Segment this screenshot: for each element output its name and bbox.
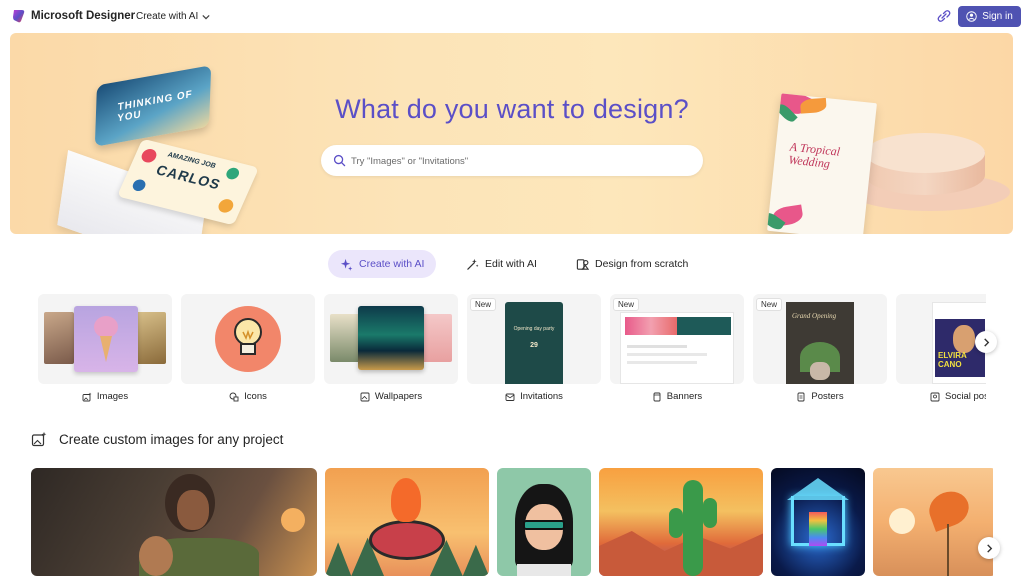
category-label: Wallpapers	[324, 391, 458, 402]
invitation-thumb-text: Opening day party	[513, 326, 555, 332]
hero-search-box[interactable]	[321, 145, 703, 176]
chevron-right-icon	[983, 337, 989, 347]
hero-title: What do you want to design?	[335, 94, 689, 124]
category-images[interactable]: Images	[38, 294, 172, 409]
image-sparkle-icon	[31, 431, 47, 447]
category-thumbnail: New	[610, 294, 744, 384]
shapes-icon	[229, 392, 239, 401]
social-post-icon	[930, 392, 940, 401]
new-badge: New	[756, 298, 783, 311]
category-label: Social pos	[896, 391, 986, 402]
category-banners[interactable]: New Banners	[610, 294, 744, 409]
search-icon	[333, 154, 346, 167]
category-thumbnail: Opening day party 29 New	[467, 294, 601, 384]
lightbulb-icon	[234, 318, 262, 355]
invitation-icon	[505, 393, 515, 401]
search-input[interactable]	[351, 152, 681, 170]
category-wallpapers[interactable]: Wallpapers	[324, 294, 458, 409]
category-thumbnail: Grand Opening New	[753, 294, 887, 384]
new-badge: New	[470, 298, 497, 311]
share-link-icon[interactable]	[937, 9, 951, 23]
image-sparkle-icon	[82, 392, 92, 401]
magic-wand-icon	[467, 258, 479, 270]
category-next-button[interactable]	[975, 331, 997, 353]
user-icon	[966, 11, 977, 22]
poster-thumb-text: Grand Opening	[792, 312, 837, 320]
top-bar: Microsoft Designer Create with AI Sign i…	[0, 0, 1024, 32]
category-invitations[interactable]: Opening day party 29 New Invitations	[467, 294, 601, 409]
gallery-next-button[interactable]	[978, 537, 1000, 559]
tab-create-with-ai[interactable]: Create with AI	[328, 250, 437, 278]
category-label: Invitations	[467, 391, 601, 402]
gallery-image[interactable]	[771, 468, 865, 576]
designer-logo-icon	[13, 10, 25, 23]
chevron-down-icon	[202, 14, 210, 19]
sign-in-button[interactable]: Sign in	[958, 6, 1021, 27]
chevron-right-icon	[986, 543, 992, 553]
category-icons[interactable]: Icons	[181, 294, 315, 409]
gallery-image[interactable]	[497, 468, 591, 576]
category-thumbnail	[181, 294, 315, 384]
category-social-posts[interactable]: ELVIRA CANO Social pos	[896, 294, 986, 409]
gallery-image[interactable]	[599, 468, 763, 576]
design-shapes-icon	[576, 258, 589, 270]
category-posters[interactable]: Grand Opening New Posters	[753, 294, 887, 409]
category-carousel: Images Icons Wallpapers Opening day part…	[38, 294, 986, 409]
poster-icon	[797, 392, 805, 401]
tab-label: Create with AI	[359, 258, 425, 270]
gallery-image[interactable]	[31, 468, 317, 576]
section-heading: Create custom images for any project	[31, 431, 283, 447]
category-label: Posters	[753, 391, 887, 402]
hero-banner: THINKING OF YOU AMAZING JOB CARLOS A Tro…	[10, 33, 1013, 234]
app-title: Microsoft Designer	[31, 10, 136, 22]
podium-top-illustration	[865, 133, 985, 173]
tab-label: Design from scratch	[595, 258, 689, 270]
category-label: Icons	[181, 391, 315, 402]
wallpaper-icon	[360, 392, 370, 401]
tab-design-from-scratch[interactable]: Design from scratch	[576, 250, 688, 278]
tab-edit-with-ai[interactable]: Edit with AI	[466, 250, 537, 278]
wedding-card-text: A Tropical Wedding	[787, 139, 841, 171]
category-thumbnail: ELVIRA CANO	[896, 294, 986, 384]
category-label: Images	[38, 391, 172, 402]
create-menu-label: Create with AI	[136, 11, 199, 22]
category-thumbnail	[324, 294, 458, 384]
new-badge: New	[613, 298, 640, 311]
gallery-image[interactable]	[325, 468, 489, 576]
banner-icon	[653, 392, 661, 401]
mode-tabs: Create with AI Edit with AI Design from …	[0, 250, 1024, 278]
tab-label: Edit with AI	[485, 258, 537, 270]
sign-in-label: Sign in	[982, 11, 1013, 22]
category-label: Banners	[610, 391, 744, 402]
gallery-image[interactable]	[873, 468, 993, 576]
social-thumb-text: ELVIRA CANO	[938, 351, 967, 369]
category-thumbnail	[38, 294, 172, 384]
image-gallery	[31, 468, 993, 576]
create-with-ai-menu[interactable]: Create with AI	[136, 11, 210, 22]
sparkle-icon	[340, 258, 353, 271]
section-title: Create custom images for any project	[59, 431, 284, 447]
invitation-thumb-date: 29	[530, 342, 538, 349]
